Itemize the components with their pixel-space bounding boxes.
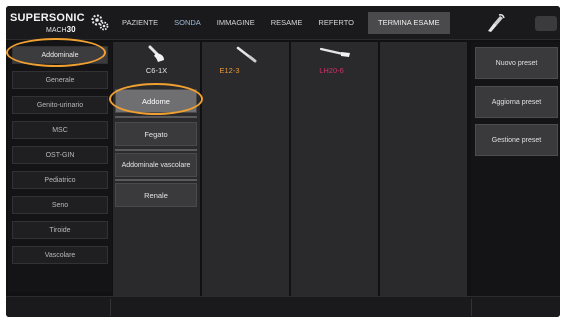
manage-preset-button[interactable]: Gestione preset <box>475 124 558 156</box>
application-item-msc[interactable]: MSC <box>12 121 108 139</box>
probe-name-lh20-6: LH20-6 <box>319 66 344 75</box>
new-preset-button[interactable]: Nuovo preset <box>475 47 558 79</box>
top-bar: SUPERSONIC MACH30 PAZIENTE SONDA IMMAGIN… <box>6 6 560 40</box>
preset-addome[interactable]: Addome <box>115 89 197 113</box>
preset-renale[interactable]: Renale <box>115 183 197 207</box>
bottom-separator <box>471 299 472 316</box>
application-item-pediatrico[interactable]: Pediatrico <box>12 171 108 189</box>
logo-model: MACH30 <box>46 25 76 34</box>
preset-divider <box>115 149 197 151</box>
menu-referto[interactable]: REFERTO <box>310 6 362 40</box>
menu-immagine[interactable]: IMMAGINE <box>209 6 263 40</box>
application-item-ost-gin[interactable]: OST-GIN <box>12 146 108 164</box>
probe-name-e12-3: E12-3 <box>219 66 240 75</box>
gears-icon <box>91 14 109 31</box>
probe-column-empty <box>380 42 467 296</box>
application-item-addominale[interactable]: Addominale <box>12 46 108 64</box>
menu-sonda[interactable]: SONDA <box>166 6 209 40</box>
endocavity-probe-icon <box>236 46 256 63</box>
application-item-genito-urinario[interactable]: Genito-urinario <box>12 96 108 114</box>
probe-header-lh20-6[interactable]: LH20-6 <box>291 42 378 78</box>
keyboard-icon[interactable] <box>535 16 557 31</box>
preset-divider <box>115 116 197 118</box>
preset-addominale-vascolare[interactable]: Addominale vascolare <box>115 153 197 177</box>
end-exam-button[interactable]: TERMINA ESAME <box>367 12 450 34</box>
probe-column-e12-3[interactable]: E12-3 <box>202 42 289 296</box>
probe-column-c6-1x[interactable]: C6-1X Addome Fegato Addominale vascolare… <box>113 42 200 296</box>
bottom-separator <box>110 299 111 316</box>
preset-fegato[interactable]: Fegato <box>115 122 197 146</box>
ultrasound-screen: SUPERSONIC MACH30 PAZIENTE SONDA IMMAGIN… <box>6 6 560 317</box>
update-preset-button[interactable]: Aggiorna preset <box>475 86 558 118</box>
probe-header-e12-3[interactable]: E12-3 <box>202 42 289 78</box>
preset-divider <box>115 179 197 181</box>
logo-brand: SUPERSONIC <box>10 12 85 24</box>
main-menu: PAZIENTE SONDA IMMAGINE RESAME REFERTO T… <box>114 6 450 40</box>
probe-column-lh20-6[interactable]: LH20-6 <box>291 42 378 296</box>
application-item-tiroide[interactable]: Tiroide <box>12 221 108 239</box>
preset-actions: Nuovo preset Aggiorna preset Gestione pr… <box>471 42 560 296</box>
convex-probe-icon <box>148 45 164 62</box>
probe-icon[interactable] <box>484 13 506 33</box>
application-item-seno[interactable]: Seno <box>12 196 108 214</box>
application-list: Addominale Generale Genito-urinario MSC … <box>8 42 112 292</box>
bottom-bar <box>6 296 560 317</box>
application-item-vascolare[interactable]: Vascolare <box>12 246 108 264</box>
hockey-stick-probe-icon <box>319 47 350 57</box>
menu-resame[interactable]: RESAME <box>263 6 311 40</box>
logo: SUPERSONIC MACH30 <box>10 10 112 36</box>
application-item-generale[interactable]: Generale <box>12 71 108 89</box>
menu-paziente[interactable]: PAZIENTE <box>114 6 166 40</box>
